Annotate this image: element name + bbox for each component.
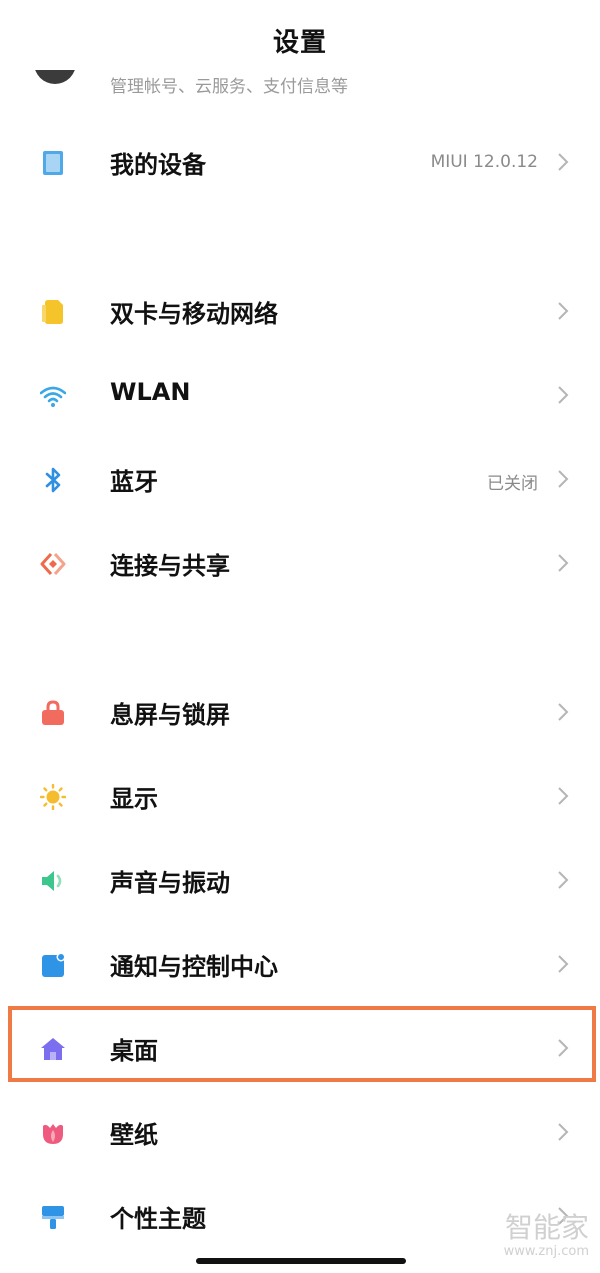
bluetooth-icon [45,467,61,493]
account-row[interactable]: 管理帐号、云服务、支付信息等 [0,70,600,100]
chevron-right-icon [558,703,569,721]
chevron-right-icon [558,153,569,171]
chevron-right-icon [558,955,569,973]
settings-item-connection-share[interactable]: 连接与共享 [0,521,600,605]
chevron-right-icon [558,871,569,889]
sim-card-icon [42,300,63,324]
account-subtitle: 管理帐号、云服务、支付信息等 [110,77,348,97]
settings-item-sim[interactable]: 双卡与移动网络 [0,269,600,353]
settings-item-label: WLAN [110,378,191,406]
settings-item-bluetooth[interactable]: 蓝牙 已关闭 [0,437,600,521]
settings-item-label: 显示 [110,785,158,813]
watermark-text: 智能家 [504,1211,589,1244]
settings-item-sound[interactable]: 声音与振动 [0,838,600,922]
lock-icon [42,700,64,725]
settings-item-wallpaper[interactable]: 壁纸 [0,1090,600,1174]
settings-item-value: 已关闭 [487,474,538,494]
settings-item-label: 我的设备 [110,151,206,179]
chevron-right-icon [558,470,569,488]
settings-item-display[interactable]: 显示 [0,754,600,838]
chevron-right-icon [558,787,569,805]
settings-item-label: 息屏与锁屏 [110,701,230,729]
watermark-url: www.znj.com [503,1244,589,1259]
watermark: 智能家 www.znj.com [490,1206,595,1266]
wifi-icon [40,386,66,407]
settings-item-label: 个性主题 [110,1205,206,1233]
chevron-right-icon [558,302,569,320]
speaker-icon [42,871,62,891]
settings-item-label: 双卡与移动网络 [110,300,278,328]
highlight-box [8,1006,596,1082]
sun-icon [40,784,66,810]
settings-item-label: 通知与控制中心 [110,953,278,981]
settings-item-my-device[interactable]: 我的设备 MIUI 12.0.12 [0,120,600,204]
settings-item-notification[interactable]: 通知与控制中心 [0,922,600,1006]
connection-icon [40,552,66,576]
notification-icon [42,952,66,977]
settings-item-label: 壁纸 [110,1121,158,1149]
brush-icon [42,1206,64,1229]
avatar [34,70,76,84]
settings-item-label: 连接与共享 [110,552,230,580]
chevron-right-icon [558,386,569,404]
chevron-right-icon [558,554,569,572]
settings-item-value: MIUI 12.0.12 [430,152,538,172]
settings-item-lock-screen[interactable]: 息屏与锁屏 [0,670,600,754]
header: 设置 [0,0,600,80]
settings-item-wlan[interactable]: WLAN [0,353,600,437]
chevron-right-icon [558,1123,569,1141]
settings-item-label: 蓝牙 [110,468,158,496]
tulip-icon [43,1124,63,1144]
settings-item-label: 声音与振动 [110,869,230,897]
home-indicator[interactable] [196,1258,406,1264]
tablet-icon [43,151,63,175]
page-title: 设置 [272,27,327,58]
